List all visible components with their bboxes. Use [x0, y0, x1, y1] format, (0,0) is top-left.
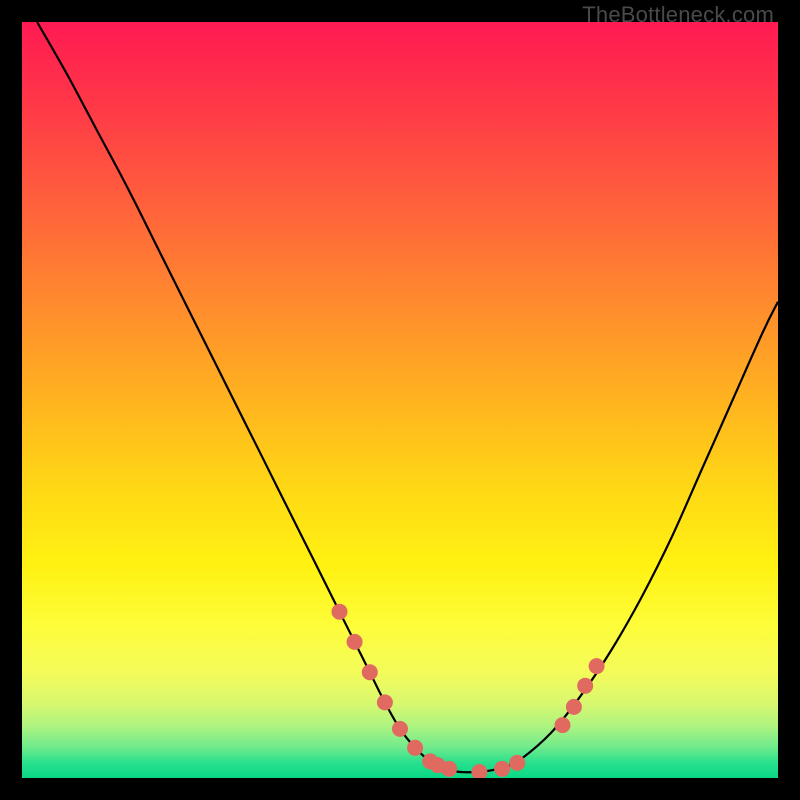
bottleneck-curve — [37, 22, 778, 772]
highlight-dot — [441, 761, 457, 777]
chart-stage: TheBottleneck.com — [0, 0, 800, 800]
highlight-dot — [566, 699, 582, 715]
plot-area — [22, 22, 778, 778]
highlight-dot — [362, 664, 378, 680]
highlight-markers — [332, 604, 605, 778]
highlight-dot — [392, 721, 408, 737]
highlight-dot — [377, 694, 393, 710]
bottleneck-curve-svg — [22, 22, 778, 778]
highlight-dot — [471, 764, 487, 778]
highlight-dot — [407, 740, 423, 756]
highlight-dot — [589, 658, 605, 674]
highlight-dot — [577, 678, 593, 694]
watermark-text: TheBottleneck.com — [582, 2, 774, 28]
highlight-dot — [555, 717, 571, 733]
highlight-dot — [347, 634, 363, 650]
highlight-dot — [494, 761, 510, 777]
highlight-dot — [332, 604, 348, 620]
highlight-dot — [509, 755, 525, 771]
